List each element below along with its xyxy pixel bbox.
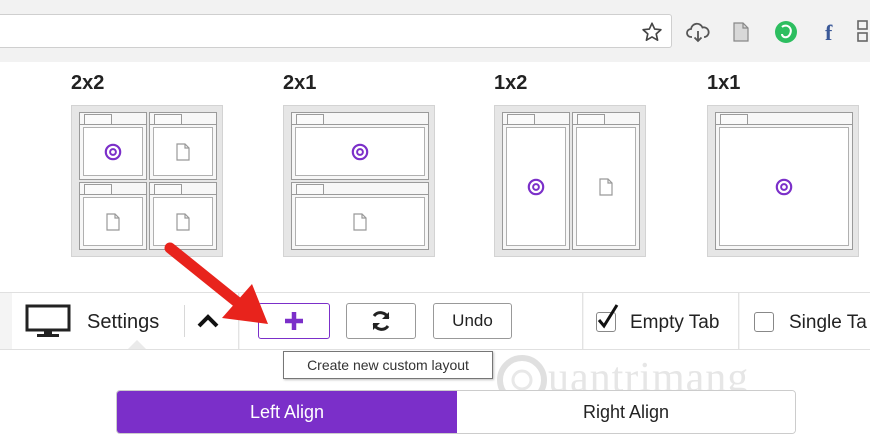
browser-toolbar: f [0,0,870,63]
monitor-icon[interactable] [25,304,71,338]
browser-frame [715,112,853,250]
browser-frame [572,112,640,250]
browser-frame [149,112,217,180]
layout-tile-2x1[interactable] [283,105,435,257]
layout-tile-1x2[interactable] [494,105,646,257]
browser-frame [291,112,429,180]
layout-label-1x2: 1x2 [494,72,528,94]
blank-page-icon [106,212,120,231]
svg-text:f: f [825,20,833,44]
browser-frame [79,182,147,250]
empty-tab-checkbox[interactable] [596,304,619,332]
pocket-icon [104,143,122,160]
refresh-icon [372,311,390,331]
facebook-icon[interactable]: f [816,18,844,46]
right-align-button[interactable]: Right Align [457,391,795,433]
blank-page-icon [599,177,613,196]
page-icon[interactable] [727,18,755,46]
cloud-download-icon[interactable] [684,18,712,46]
blank-page-icon [353,212,367,231]
empty-tab-label[interactable]: Empty Tab [630,312,719,334]
blank-page-icon [176,212,190,231]
address-bar[interactable] [0,14,672,48]
blank-page-icon [176,142,190,161]
plus-icon [285,312,303,330]
align-toggle: Left Align Right Align [116,390,796,434]
pocket-icon [351,143,369,160]
layout-label-2x2: 2x2 [71,72,105,94]
layout-label-2x1: 2x1 [283,72,317,94]
pocket-icon [775,178,793,195]
left-align-button[interactable]: Left Align [117,391,457,433]
checkmark-icon [597,304,619,329]
extension-menu-icon[interactable] [854,18,870,46]
undo-button[interactable]: Undo [433,303,512,339]
settings-pointer [128,340,146,349]
refresh-button[interactable] [346,303,416,339]
layout-tile-1x1[interactable] [707,105,859,257]
annotation-arrow-icon [164,242,268,324]
browser-frame [79,112,147,180]
star-icon[interactable] [638,18,666,46]
pocket-icon [527,178,545,195]
browser-frame [502,112,570,250]
single-tab-label[interactable]: Single Ta [789,312,867,334]
browser-frame [291,182,429,250]
layout-tile-2x2[interactable] [71,105,223,257]
tooltip: Create new custom layout [283,351,493,379]
evernote-icon[interactable] [772,18,800,46]
single-tab-checkbox[interactable] [754,312,774,332]
layout-label-1x1: 1x1 [707,72,741,94]
settings-label[interactable]: Settings [87,311,159,334]
